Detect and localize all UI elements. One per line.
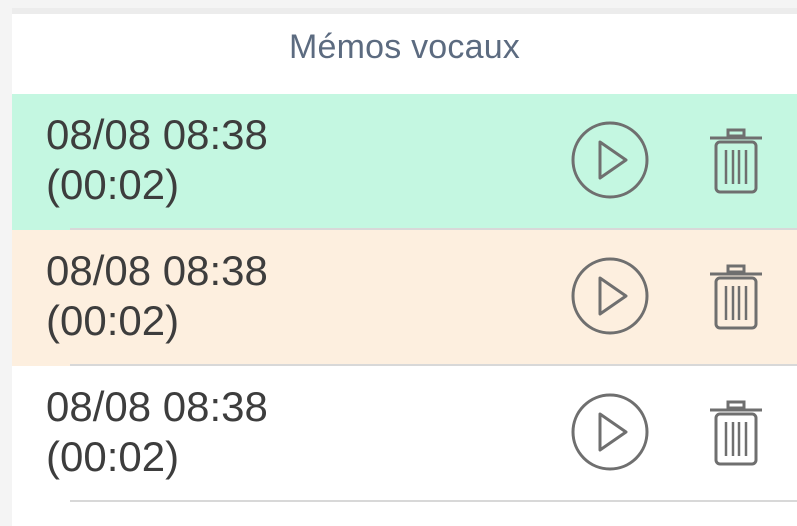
page-title: Mémos vocaux — [288, 28, 521, 66]
memo-duration: (00:02) — [46, 161, 180, 208]
memo-row-3[interactable]: 08/08 08:38 (00:02) — [12, 366, 797, 502]
delete-button[interactable] — [708, 264, 764, 330]
memo-date: 08/08 08:38 — [46, 383, 268, 430]
delete-button[interactable] — [708, 128, 764, 194]
app-frame: Mémos vocaux 08/08 08:38 (00:02) 08/08 0… — [0, 0, 797, 526]
play-circle-icon — [571, 393, 649, 471]
memo-duration: (00:02) — [46, 433, 180, 480]
voice-memos-panel: Mémos vocaux 08/08 08:38 (00:02) 08/08 0… — [12, 8, 797, 526]
play-button[interactable] — [570, 120, 650, 200]
trash-icon — [710, 264, 762, 330]
top-bar — [12, 8, 797, 14]
memo-date: 08/08 08:38 — [46, 111, 268, 158]
play-circle-icon — [571, 257, 649, 335]
memo-duration: (00:02) — [46, 297, 180, 344]
memo-row-2[interactable]: 08/08 08:38 (00:02) — [12, 230, 797, 366]
trash-icon — [710, 400, 762, 466]
play-button[interactable] — [570, 256, 650, 336]
row-divider — [70, 500, 797, 502]
memo-date: 08/08 08:38 — [46, 247, 268, 294]
play-button[interactable] — [570, 392, 650, 472]
memo-row-1[interactable]: 08/08 08:38 (00:02) — [12, 94, 797, 230]
play-circle-icon — [571, 121, 649, 199]
trash-icon — [710, 128, 762, 194]
delete-button[interactable] — [708, 400, 764, 466]
